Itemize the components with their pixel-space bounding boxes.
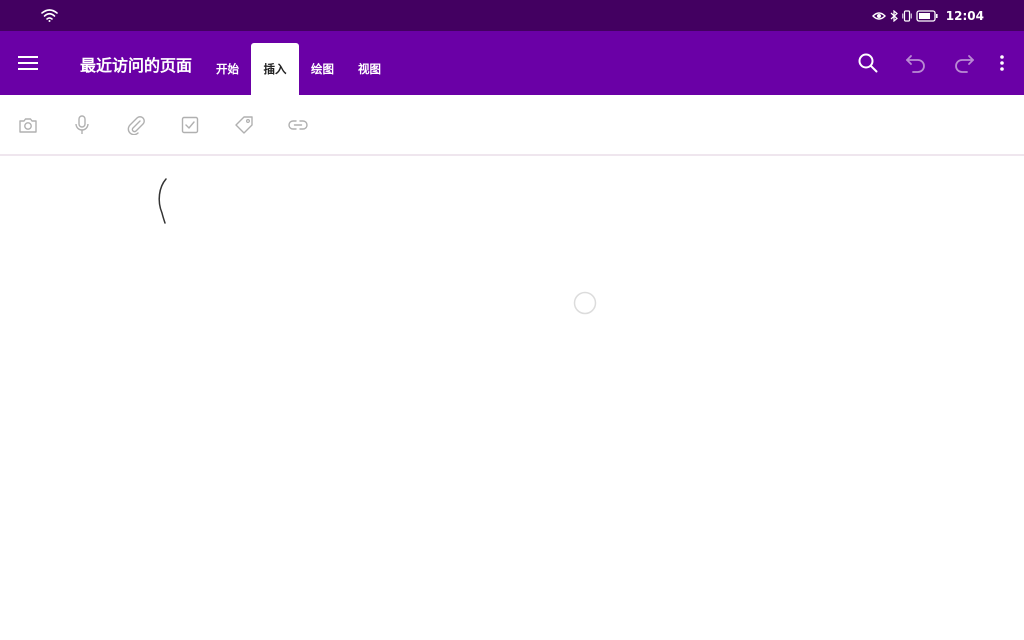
camera-button[interactable] [17, 114, 39, 136]
wifi-icon [41, 9, 58, 22]
page-title: 最近访问的页面 [80, 56, 193, 75]
battery-icon [916, 9, 938, 22]
tab-draw[interactable]: 绘图 [299, 43, 346, 95]
note-canvas[interactable] [0, 158, 1024, 640]
undo-button[interactable] [892, 45, 940, 81]
eye-icon [871, 11, 886, 20]
tag-button[interactable] [233, 114, 255, 136]
tab-home[interactable]: 开始 [204, 43, 251, 95]
more-vert-icon [1000, 55, 1004, 71]
camera-icon [19, 118, 37, 133]
status-bar: 12:04 [0, 0, 1024, 31]
redo-button[interactable] [940, 45, 988, 81]
bluetooth-icon [890, 9, 898, 22]
search-button[interactable] [844, 45, 892, 81]
app-bar: 最近访问的页面 开始 插入 绘图 视图 [0, 31, 1024, 95]
tab-view[interactable]: 视图 [346, 43, 393, 95]
more-options-button[interactable] [988, 45, 1016, 81]
ribbon-tabs: 开始 插入 绘图 视图 [204, 43, 393, 95]
audio-button[interactable] [71, 114, 93, 136]
todo-checkbox-button[interactable] [179, 114, 201, 136]
vibrate-icon [902, 9, 912, 22]
tag-icon [235, 116, 253, 134]
link-icon [288, 120, 308, 130]
ink-stroke[interactable] [156, 177, 170, 225]
link-button[interactable] [287, 114, 309, 136]
microphone-icon [75, 115, 89, 134]
app-actions [844, 45, 1016, 81]
loading-spinner-icon [573, 291, 597, 315]
tab-insert[interactable]: 插入 [251, 43, 299, 95]
insert-ribbon [0, 95, 1024, 156]
menu-icon [18, 56, 38, 70]
status-time: 12:04 [945, 8, 984, 23]
attach-file-button[interactable] [125, 114, 147, 136]
checkbox-icon [181, 116, 199, 134]
attach-icon [127, 116, 145, 135]
search-icon [858, 53, 878, 73]
redo-icon [955, 55, 974, 73]
undo-icon [906, 55, 925, 73]
menu-button[interactable] [14, 49, 42, 77]
